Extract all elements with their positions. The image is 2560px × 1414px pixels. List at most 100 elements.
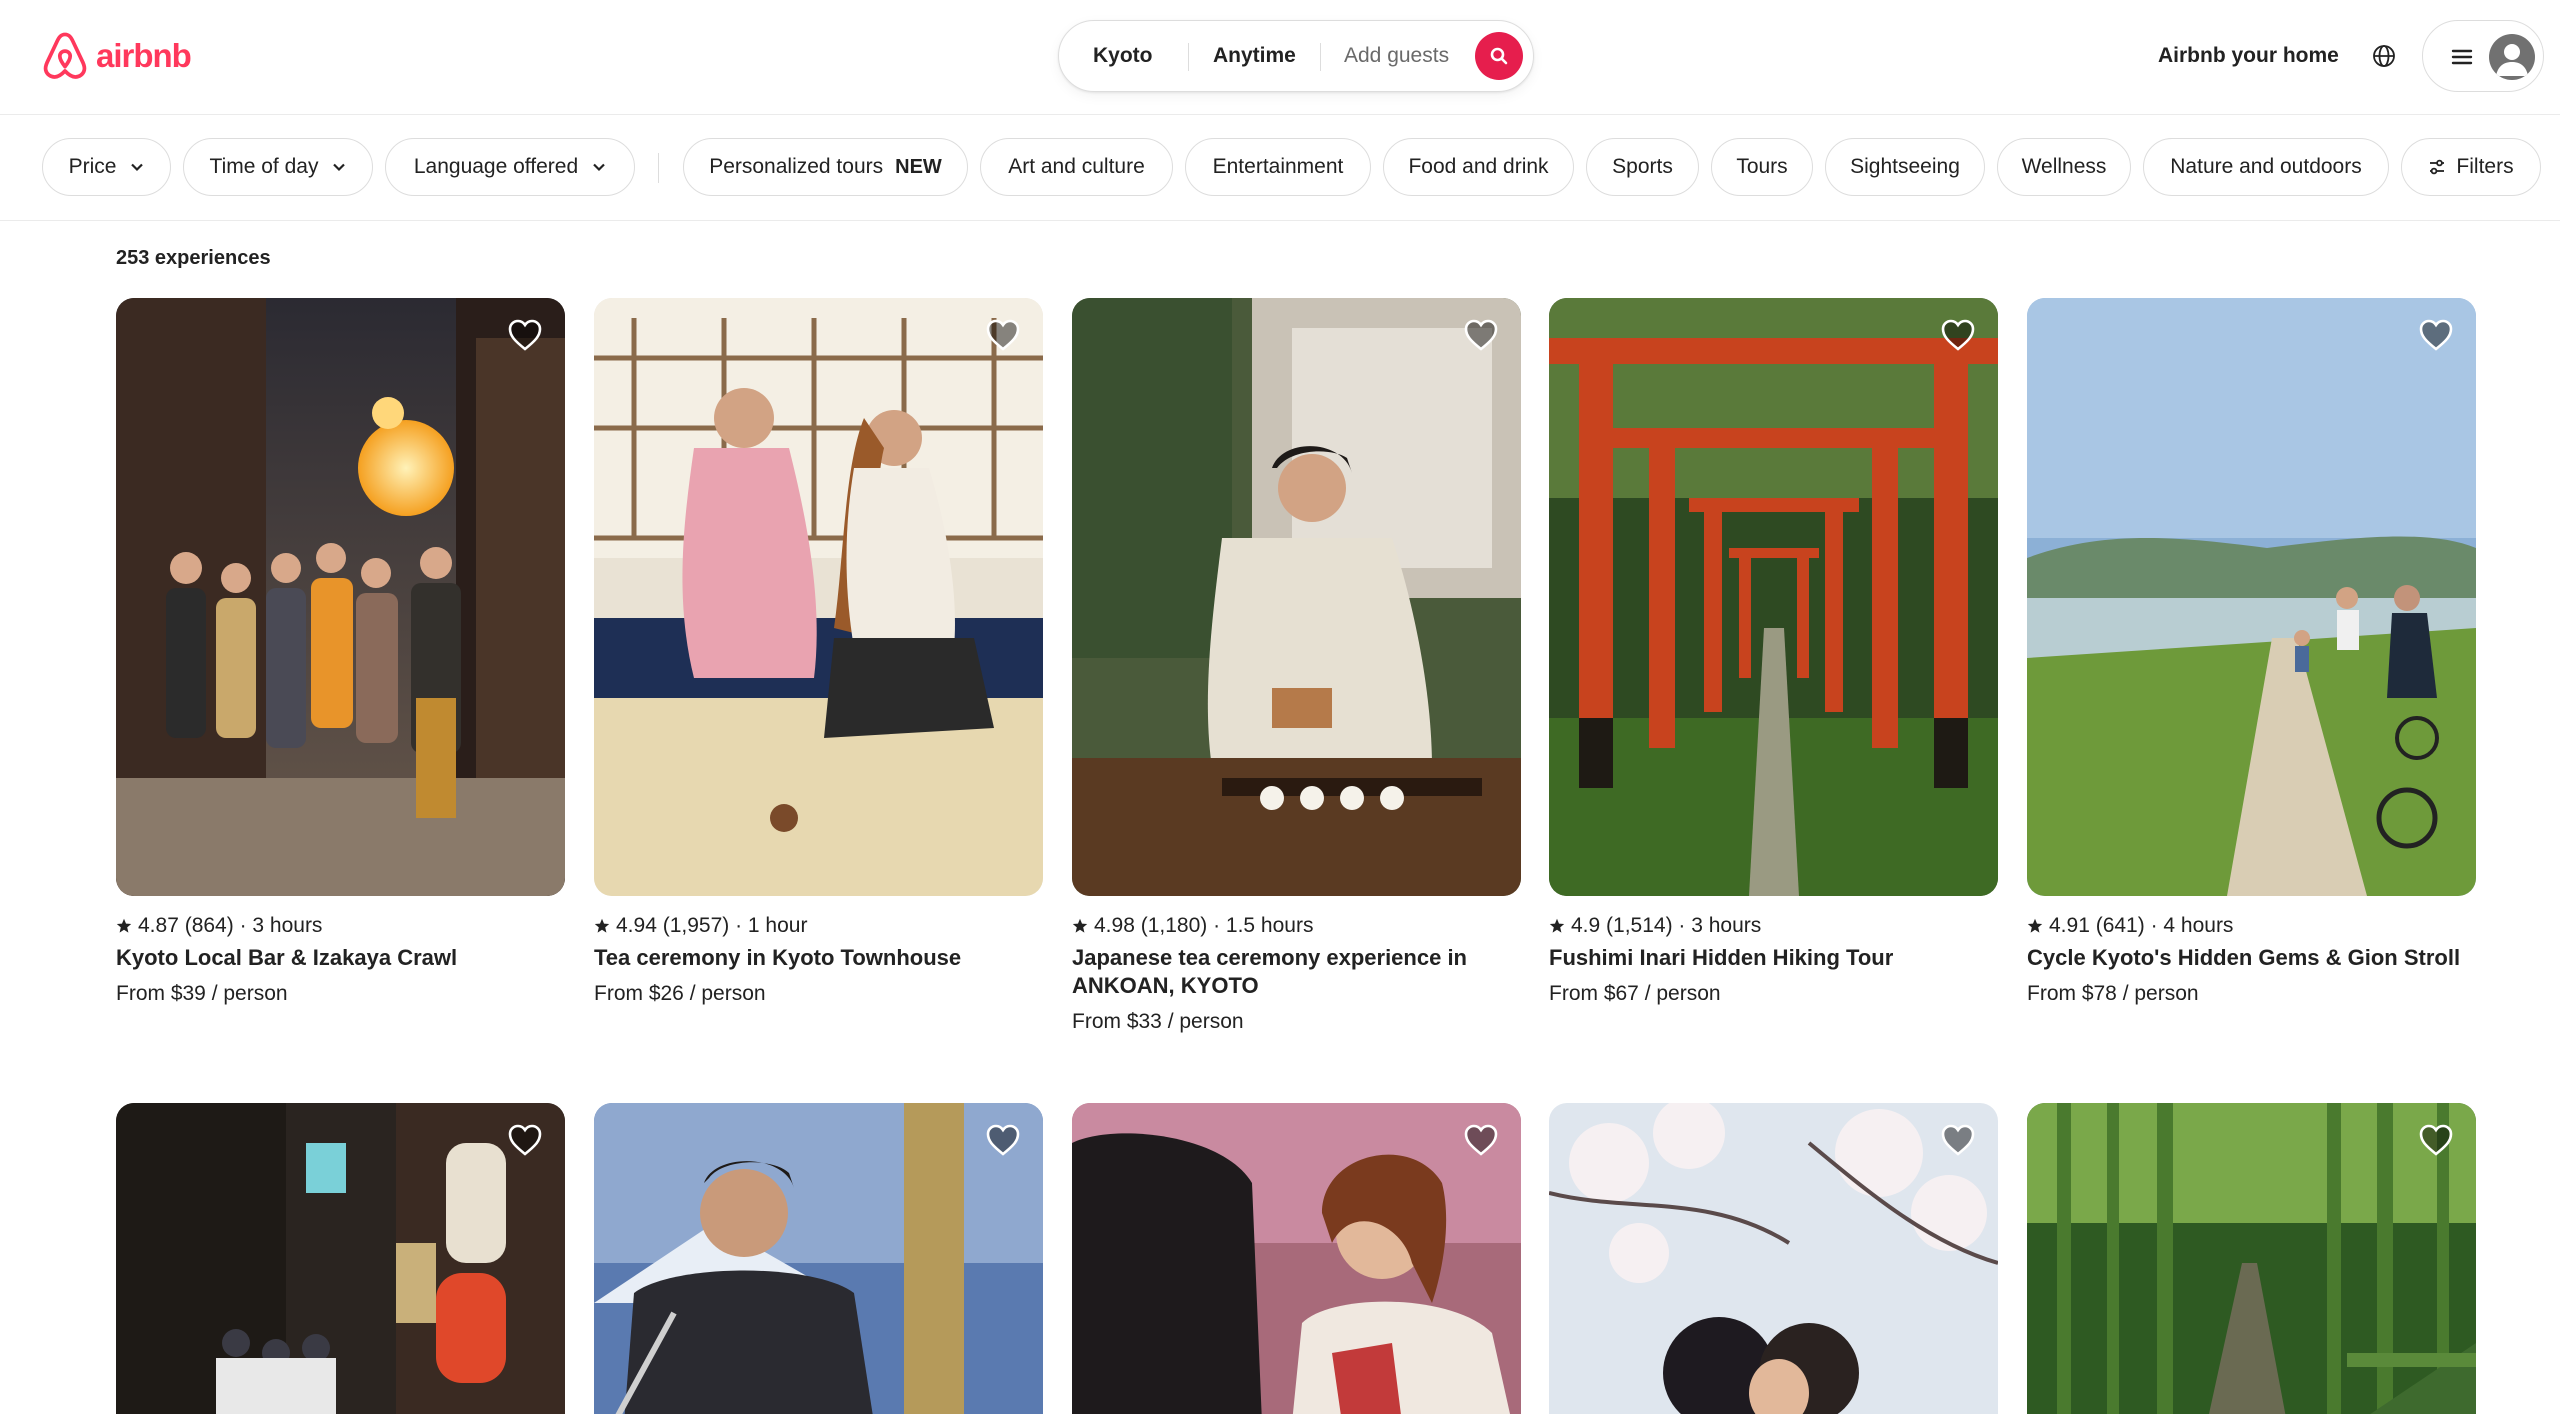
chevron-down-icon [131, 163, 144, 172]
experience-title[interactable]: Japanese tea ceremony experience in ANKO… [1072, 944, 1521, 1000]
experience-card[interactable]: 4.94 (1,957) · 1 hour Tea ceremony in Ky… [594, 298, 1043, 1006]
category-label: Sightseeing [1850, 155, 1960, 178]
experience-card[interactable]: 4.9 (1,514) · 3 hours Fushimi Inari Hidd… [1549, 298, 1998, 1006]
photo-cycling-river [2027, 298, 2476, 896]
heart-icon[interactable] [2418, 318, 2454, 352]
category-nature-and-outdoors[interactable]: Nature and outdoors [2143, 138, 2389, 196]
category-label: Personalized tours [709, 155, 884, 178]
host-link[interactable]: Airbnb your home [2140, 30, 2357, 82]
category-food-and-drink[interactable]: Food and drink [1383, 138, 1574, 196]
heart-icon[interactable] [985, 1123, 1021, 1157]
rating-text: 4.98 (1,180) · 1.5 hours [1094, 914, 1314, 937]
language-filter-label: Language offered [413, 155, 579, 178]
search-button[interactable] [1475, 32, 1523, 80]
star-icon [1549, 918, 1565, 933]
experience-photo[interactable] [594, 298, 1043, 896]
filter-bar: Price Time of day Language offered Perso… [0, 115, 2560, 221]
heart-icon[interactable] [2418, 1123, 2454, 1157]
category-label: Art and culture [1008, 155, 1145, 178]
rating-text: 4.87 (864) · 3 hours [138, 914, 323, 937]
heart-icon[interactable] [1940, 1123, 1976, 1157]
experience-title[interactable]: Kyoto Local Bar & Izakaya Crawl [116, 944, 565, 972]
category-label: Tours [1736, 155, 1788, 178]
experience-title[interactable]: Fushimi Inari Hidden Hiking Tour [1549, 944, 1998, 972]
experience-card[interactable] [594, 1103, 1043, 1414]
rating-row: 4.9 (1,514) · 3 hours [1549, 914, 1998, 938]
photo-tea-ceremony [1072, 298, 1521, 896]
search-guests[interactable]: Add guests [1344, 21, 1449, 91]
experience-card[interactable] [1072, 1103, 1521, 1414]
experience-card[interactable] [116, 1103, 565, 1414]
heart-icon[interactable] [985, 318, 1021, 352]
category-tours[interactable]: Tours [1711, 138, 1813, 196]
search-divider [1320, 43, 1321, 71]
experience-photo[interactable] [116, 298, 565, 896]
avatar [2489, 34, 2535, 80]
category-personalized-tours[interactable]: Personalized tours NEW [683, 138, 968, 196]
category-sightseeing[interactable]: Sightseeing [1825, 138, 1985, 196]
experience-photo[interactable] [2027, 1103, 2476, 1414]
chevron-down-icon [333, 163, 346, 172]
photo-samurai-sword [594, 1103, 1043, 1414]
heart-icon[interactable] [507, 318, 543, 352]
rating-text: 4.9 (1,514) · 3 hours [1571, 914, 1762, 937]
experience-card[interactable] [2027, 1103, 2476, 1414]
airbnb-logo-icon [43, 32, 87, 79]
category-entertainment[interactable]: Entertainment [1185, 138, 1371, 196]
experience-card[interactable]: 4.91 (641) · 4 hours Cycle Kyoto's Hidde… [2027, 298, 2476, 1006]
rating-row: 4.91 (641) · 4 hours [2027, 914, 2476, 938]
category-art-and-culture[interactable]: Art and culture [980, 138, 1173, 196]
category-label: Food and drink [1408, 155, 1549, 178]
experience-title[interactable]: Tea ceremony in Kyoto Townhouse [594, 944, 1043, 972]
heart-icon[interactable] [507, 1123, 543, 1157]
experience-card[interactable] [1549, 1103, 1998, 1414]
rating-row: 4.98 (1,180) · 1.5 hours [1072, 914, 1521, 938]
category-wellness[interactable]: Wellness [1997, 138, 2131, 196]
search-icon [1490, 47, 1508, 65]
heart-icon[interactable] [1463, 1123, 1499, 1157]
rating-row: 4.87 (864) · 3 hours [116, 914, 565, 938]
experience-photo[interactable] [2027, 298, 2476, 896]
experience-price: From $78 / person [2027, 982, 2199, 1005]
experience-photo[interactable] [1549, 1103, 1998, 1414]
category-sports[interactable]: Sports [1586, 138, 1699, 196]
experience-photo[interactable] [1072, 298, 1521, 896]
filter-divider [658, 153, 659, 183]
experience-photo[interactable] [1072, 1103, 1521, 1414]
star-icon [116, 918, 132, 933]
star-icon [2027, 918, 2043, 933]
search-dates[interactable]: Anytime [1213, 21, 1296, 91]
new-badge: NEW [895, 155, 942, 178]
rating-text: 4.91 (641) · 4 hours [2049, 914, 2234, 937]
top-header: airbnb Kyoto Anytime Add guests Airbnb y… [0, 0, 2560, 115]
experience-title[interactable]: Cycle Kyoto's Hidden Gems & Gion Stroll [2027, 944, 2476, 972]
user-avatar-icon [2496, 44, 2528, 76]
experience-card[interactable]: 4.87 (864) · 3 hours Kyoto Local Bar & I… [116, 298, 565, 1006]
heart-icon[interactable] [1940, 318, 1976, 352]
language-button[interactable] [2360, 32, 2408, 80]
sliders-icon [2430, 159, 2445, 175]
experience-photo[interactable] [1549, 298, 1998, 896]
experience-photo[interactable] [594, 1103, 1043, 1414]
photo-kimono-dressing [1072, 1103, 1521, 1414]
photo-bamboo-forest [2027, 1103, 2476, 1414]
experience-card[interactable]: 4.98 (1,180) · 1.5 hours Japanese tea ce… [1072, 298, 1521, 1034]
category-label: Wellness [2021, 155, 2107, 178]
heart-icon[interactable] [1463, 318, 1499, 352]
experience-photo[interactable] [116, 1103, 565, 1414]
language-filter[interactable]: Language offered [385, 138, 635, 196]
chevron-down-icon [593, 163, 605, 172]
user-menu-button[interactable] [2422, 20, 2544, 92]
experience-price: From $39 / person [116, 982, 288, 1005]
search-bar[interactable]: Kyoto Anytime Add guests [1058, 20, 1534, 92]
filters-button[interactable]: Filters [2401, 138, 2541, 196]
filters-label: Filters [2456, 155, 2514, 178]
time-of-day-filter[interactable]: Time of day [183, 138, 373, 196]
search-location[interactable]: Kyoto [1093, 21, 1153, 91]
rating-text: 4.94 (1,957) · 1 hour [616, 914, 808, 937]
photo-alley-night [116, 1103, 565, 1414]
price-filter[interactable]: Price [42, 138, 171, 196]
photo-cherry-blossom-couple [1549, 1103, 1998, 1414]
airbnb-logo[interactable]: airbnb [42, 30, 192, 82]
hamburger-icon [2451, 49, 2473, 65]
